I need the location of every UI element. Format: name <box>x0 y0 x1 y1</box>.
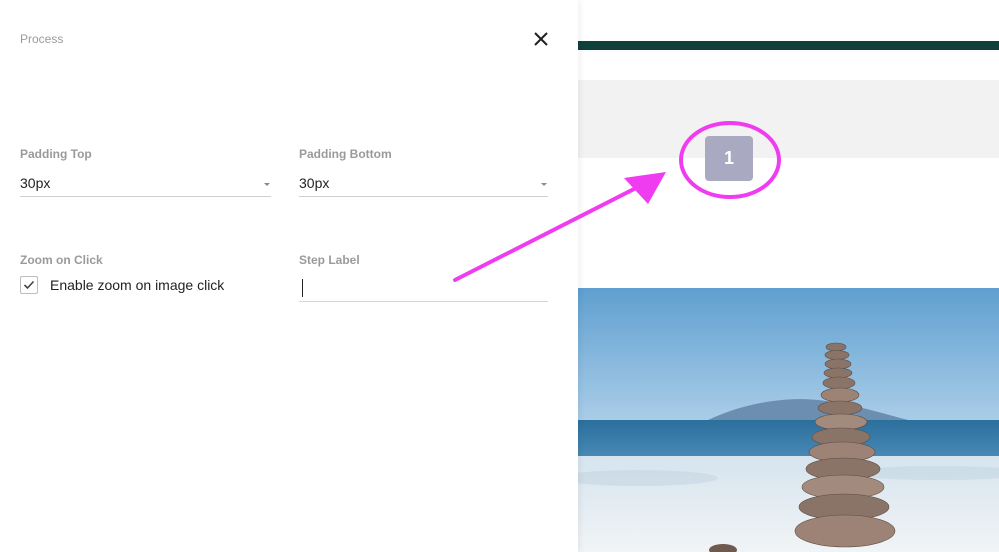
step-number-badge[interactable]: 1 <box>705 136 753 181</box>
padding-bottom-label: Padding Bottom <box>299 147 392 161</box>
padding-top-value: 30px <box>20 175 51 191</box>
padding-bottom-value: 30px <box>299 175 330 191</box>
panel-title: Process <box>20 32 64 46</box>
zoom-checkbox-label[interactable]: Enable zoom on image click <box>50 277 224 293</box>
padding-bottom-select[interactable]: 30px <box>299 172 548 197</box>
zoom-checkbox[interactable] <box>20 276 38 294</box>
text-cursor <box>302 279 303 297</box>
step-label-label: Step Label <box>299 253 360 267</box>
padding-top-select[interactable]: 30px <box>20 172 271 197</box>
close-icon <box>534 32 548 46</box>
chevron-down-icon <box>264 183 270 186</box>
zoom-on-click-label: Zoom on Click <box>20 253 103 267</box>
settings-panel: Process Padding Top 30px Padding Bottom … <box>0 0 578 552</box>
padding-top-label: Padding Top <box>20 147 92 161</box>
step-band <box>578 80 999 158</box>
chevron-down-icon <box>541 183 547 186</box>
close-button[interactable] <box>530 28 552 50</box>
stacked-stones-image[interactable] <box>578 288 999 552</box>
checkmark-icon <box>23 280 35 290</box>
step-label-input[interactable] <box>299 274 548 302</box>
header-accent-bar <box>578 41 999 50</box>
page-preview: 1 <box>578 0 999 552</box>
